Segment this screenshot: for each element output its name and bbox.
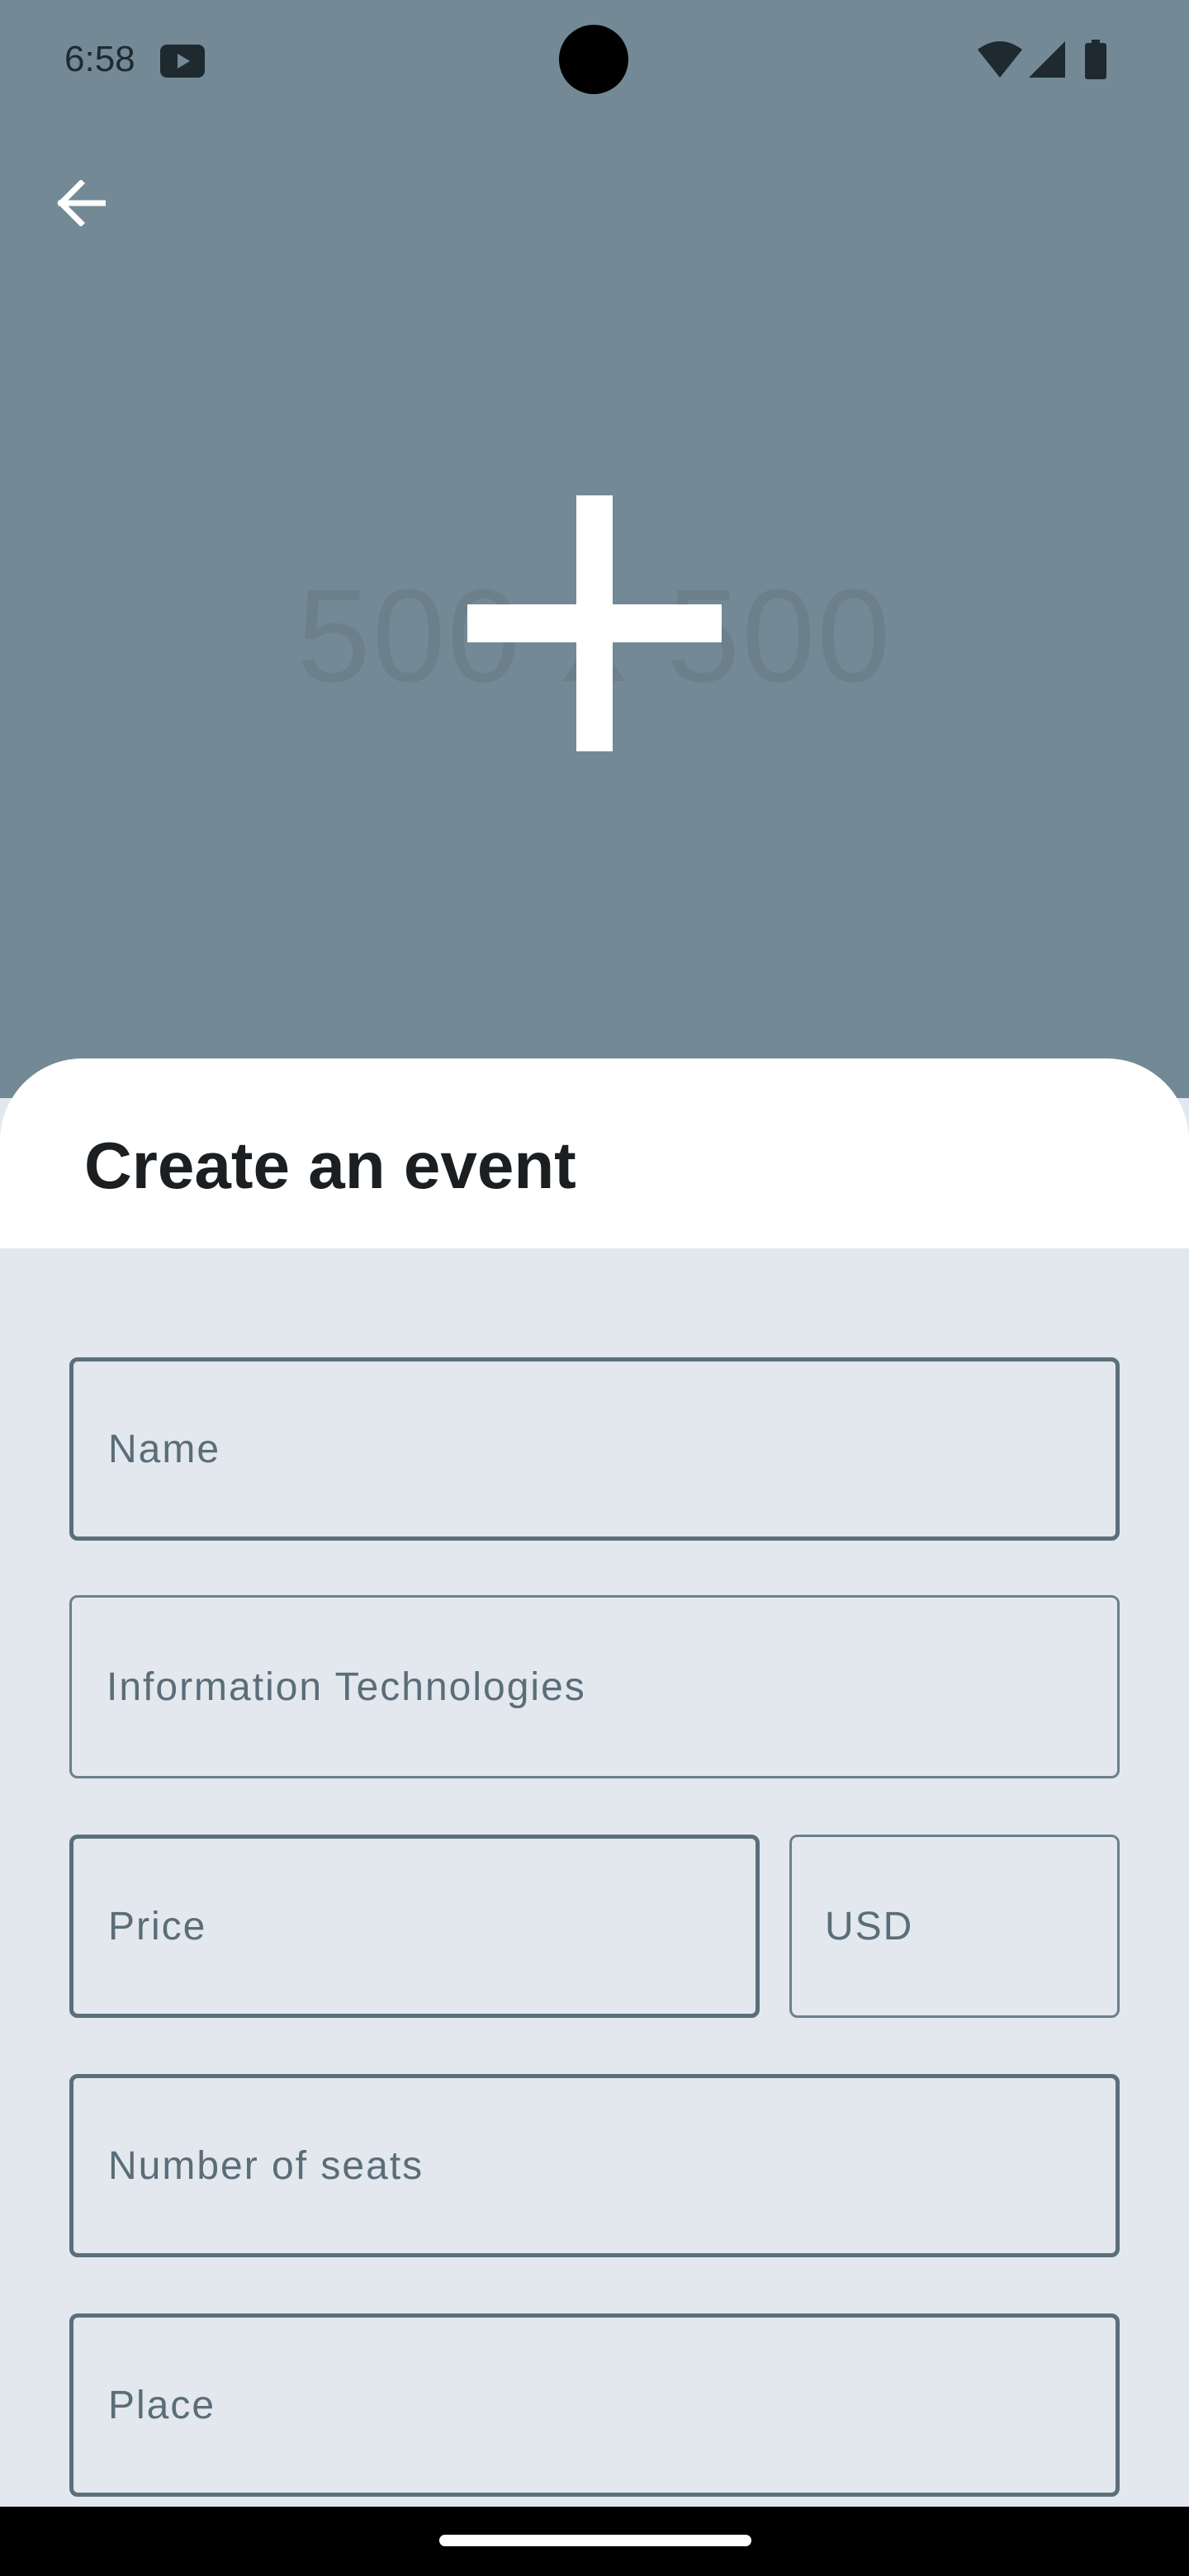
battery-icon <box>1085 40 1106 79</box>
status-bar: 6:58 <box>0 0 1189 119</box>
create-event-screen: 6:58 500 x 500 <box>0 0 1189 2576</box>
arrow-left-icon <box>57 180 106 226</box>
status-time: 6:58 <box>64 39 135 79</box>
page-title: Create an event <box>84 1129 576 1202</box>
seats-input[interactable]: Number of seats <box>69 2074 1120 2257</box>
category-select[interactable]: Information Technologies <box>69 1595 1120 1778</box>
navigation-bar <box>0 2507 1189 2576</box>
add-image-button[interactable] <box>467 495 722 751</box>
plus-icon-horizontal <box>467 604 722 642</box>
currency-select[interactable]: USD <box>789 1835 1120 2018</box>
wifi-icon <box>978 41 1022 78</box>
back-button[interactable] <box>40 162 122 244</box>
front-camera <box>559 25 628 94</box>
event-image-area[interactable]: 6:58 500 x 500 <box>0 0 1189 1098</box>
youtube-notification-icon <box>160 45 205 78</box>
name-input[interactable]: Name <box>69 1357 1120 1541</box>
event-form: Name Information Technologies Price USD … <box>0 1248 1189 2507</box>
signal-icon <box>1029 41 1065 78</box>
sheet-header: Create an event <box>0 1058 1189 1248</box>
place-input[interactable]: Place <box>69 2313 1120 2497</box>
home-indicator[interactable] <box>439 2535 751 2546</box>
price-input[interactable]: Price <box>69 1835 760 2018</box>
